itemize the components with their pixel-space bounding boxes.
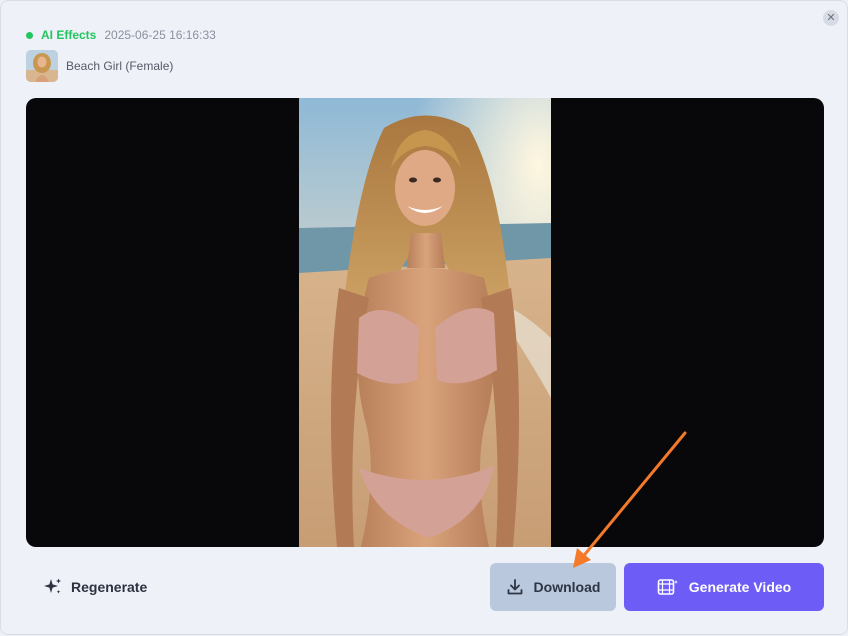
- status-dot-icon: [26, 31, 33, 39]
- timestamp: 2025-06-25 16:16:33: [104, 28, 216, 42]
- sparkle-icon: [44, 578, 61, 594]
- result-preview: [26, 98, 824, 547]
- result-dialog: ✕ AI Effects 2025-06-25 16:16:33 Beach G…: [0, 0, 848, 635]
- close-button[interactable]: ✕: [823, 10, 839, 26]
- regenerate-label: Regenerate: [71, 579, 148, 595]
- download-button[interactable]: Download: [490, 563, 616, 611]
- effect-type-label: AI Effects: [41, 28, 97, 42]
- download-label: Download: [533, 579, 601, 595]
- generate-video-button[interactable]: Generate Video: [624, 563, 824, 611]
- template-name: Beach Girl (Female): [66, 59, 174, 73]
- generate-video-label: Generate Video: [688, 579, 792, 595]
- download-icon: [507, 579, 522, 595]
- template-info: Beach Girl (Female): [26, 50, 173, 82]
- result-meta: AI Effects 2025-06-25 16:16:33: [26, 27, 216, 43]
- template-thumbnail: [26, 50, 58, 82]
- video-film-icon: [657, 579, 678, 595]
- regenerate-button[interactable]: Regenerate: [31, 563, 159, 611]
- close-icon: ✕: [826, 11, 836, 24]
- result-image: [299, 98, 551, 547]
